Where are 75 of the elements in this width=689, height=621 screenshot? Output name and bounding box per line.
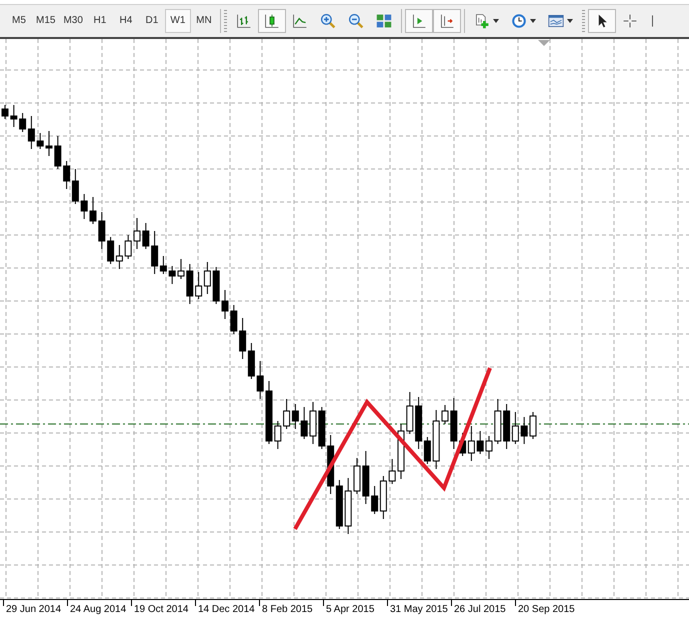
candlestick [318,406,326,450]
candlestick [442,404,448,424]
candlestick [134,217,140,250]
toolbar-grip[interactable] [582,10,585,32]
candlestick [2,104,8,120]
candlestick [486,435,492,460]
candlestick [178,258,184,280]
toolbar-button[interactable] [588,8,616,33]
axis-date-label: 24 Aug 2014 [69,604,126,616]
axis-date-label: 26 Jul 2015 [453,604,506,616]
candlestick [124,234,132,260]
candlestick [36,132,44,150]
candlestick [90,196,96,224]
candlestick [520,416,528,444]
timeframe-button[interactable]: M30 [59,8,87,33]
chart-shift-icon [438,12,455,29]
caret-icon [566,18,573,23]
candlestick [310,401,316,444]
axis-date-label: 14 Dec 2014 [197,604,255,616]
candlestick [142,222,150,250]
tile-windows-icon [376,12,392,29]
candlestick [388,458,396,484]
candlestick [432,409,440,470]
candlestick [450,397,458,450]
clock-icon [510,12,527,29]
axis-date-label: 19 Oct 2014 [133,604,188,616]
candlestick [98,211,106,250]
candlestick [230,304,238,334]
timeframe-button[interactable]: M15 [32,8,60,33]
new-chart-icon [474,12,490,29]
candlestick [46,130,52,156]
crosshair-icon [622,12,638,29]
axis-date-label: 8 Feb 2015 [261,604,313,616]
candlestick [80,193,88,220]
zoom-in-icon [320,12,336,29]
candlestick [212,266,220,304]
candlestick-icon [264,12,280,29]
candlestick [274,420,282,450]
toolbar-button[interactable] [258,8,286,33]
timeframe-button[interactable]: H1 [86,8,113,33]
candlestick [266,380,272,444]
candlestick [344,477,352,534]
candlestick [406,391,414,434]
axis-date-label: 29 Jun 2014 [5,604,62,616]
candlestick [186,263,194,304]
candlestick [300,406,308,440]
axis-date-label: 5 Apr 2015 [325,604,374,616]
candlestick [222,289,228,320]
vertical-line-icon [650,12,655,29]
candlestick [10,104,18,128]
axis-date-label: 31 May 2015 [389,604,448,616]
timeframe-button[interactable]: H4 [112,8,139,33]
candlestick [54,135,62,170]
toolbar-grip[interactable] [224,10,227,32]
candlestick [476,430,484,454]
candlestick [398,423,404,480]
candlestick [494,398,502,444]
timeframe-button[interactable]: D1 [138,8,165,33]
axis-date-label: 20 Sep 2015 [517,604,575,616]
candlestick [168,265,176,284]
candlestick [530,411,536,440]
template-icon [548,12,564,29]
caret-icon [492,18,499,23]
timeframe-button[interactable]: M5 [6,8,32,33]
candlestick [362,450,370,504]
zoom-out-icon [348,12,364,29]
timeframe-button[interactable]: W1 [164,8,191,33]
candlestick [354,457,360,494]
autoscroll-icon [410,12,427,29]
line-chart-icon [292,12,308,29]
candlestick [256,360,264,400]
timeframe-button[interactable]: MN [190,8,217,33]
toolbar-button[interactable] [432,8,461,33]
caret-icon [530,18,536,23]
bar-chart-icon [236,12,252,29]
